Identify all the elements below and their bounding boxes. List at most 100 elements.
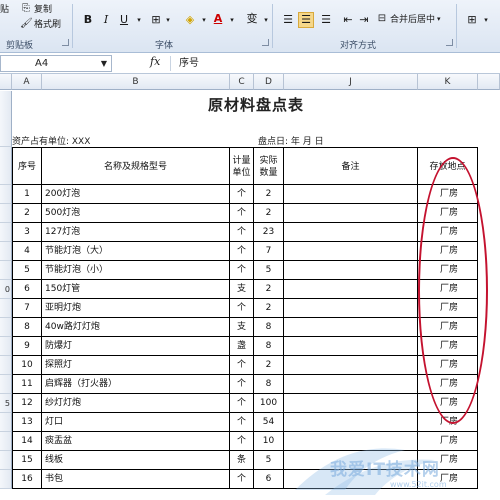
cell-unit[interactable]: 个	[230, 432, 254, 451]
row-header[interactable]	[0, 413, 12, 432]
format-painter-button[interactable]: 🖌 格式刷	[20, 17, 61, 31]
cell-name[interactable]: 节能灯泡（小）	[42, 261, 230, 280]
cell-name[interactable]: 节能灯泡（大）	[42, 242, 230, 261]
cell-name[interactable]: 40w路灯灯炮	[42, 318, 230, 337]
cell-qty[interactable]: 23	[254, 223, 284, 242]
header-note[interactable]: 备注	[284, 147, 418, 185]
cell-seq[interactable]: 15	[12, 451, 42, 470]
cell-seq[interactable]: 11	[12, 375, 42, 394]
row-header[interactable]	[0, 451, 12, 470]
row-header[interactable]	[0, 223, 12, 242]
owner-label[interactable]: 资产占有单位: XXX	[12, 134, 90, 147]
row-header[interactable]	[0, 147, 12, 185]
cell-unit[interactable]: 个	[230, 185, 254, 204]
cell-seq[interactable]: 7	[12, 299, 42, 318]
column-header-c[interactable]: C	[230, 74, 254, 90]
row-header[interactable]: 0	[0, 280, 12, 299]
fx-icon[interactable]: fx	[150, 55, 160, 68]
cell-seq[interactable]: 16	[12, 470, 42, 489]
cell-qty[interactable]: 100	[254, 394, 284, 413]
sheet-title[interactable]: 原材料盘点表	[12, 91, 500, 119]
select-all-corner[interactable]	[0, 74, 12, 90]
cell-qty[interactable]: 54	[254, 413, 284, 432]
cell-qty[interactable]: 10	[254, 432, 284, 451]
cell-name[interactable]: 防爆灯	[42, 337, 230, 356]
name-box[interactable]: A4 ▼	[0, 55, 112, 72]
increase-indent-icon[interactable]: ⇥	[356, 12, 372, 28]
cell-qty[interactable]: 8	[254, 337, 284, 356]
cell-seq[interactable]: 10	[12, 356, 42, 375]
cell-name[interactable]: 线板	[42, 451, 230, 470]
decrease-indent-icon[interactable]: ⇤	[340, 12, 356, 28]
cell-qty[interactable]: 2	[254, 299, 284, 318]
cell-unit[interactable]: 条	[230, 451, 254, 470]
cell-unit[interactable]: 个	[230, 470, 254, 489]
align-center-icon[interactable]: ☰	[298, 12, 314, 28]
date-label[interactable]: 盘点日: 年 月 日	[258, 134, 324, 147]
cell-note[interactable]	[284, 318, 418, 337]
cell-seq[interactable]: 5	[12, 261, 42, 280]
column-header-j[interactable]: J	[284, 74, 418, 90]
cell-qty[interactable]: 7	[254, 242, 284, 261]
row-header[interactable]	[0, 204, 12, 223]
cell-unit[interactable]: 个	[230, 204, 254, 223]
cell-seq[interactable]: 6	[12, 280, 42, 299]
header-unit[interactable]: 计量 单位	[230, 147, 254, 185]
row-header[interactable]	[0, 299, 12, 318]
cell-note[interactable]	[284, 223, 418, 242]
row-header[interactable]	[0, 318, 12, 337]
cell-unit[interactable]: 支	[230, 280, 254, 299]
column-header-next[interactable]	[478, 74, 500, 90]
bold-button[interactable]: B	[80, 12, 96, 28]
italic-button[interactable]: I	[98, 12, 114, 28]
row-header[interactable]	[0, 356, 12, 375]
cell-seq[interactable]: 9	[12, 337, 42, 356]
cell-seq[interactable]: 14	[12, 432, 42, 451]
row-header[interactable]	[0, 91, 12, 147]
header-name[interactable]: 名称及规格型号	[42, 147, 230, 185]
row-header[interactable]	[0, 375, 12, 394]
cell-note[interactable]	[284, 280, 418, 299]
row-header[interactable]	[0, 185, 12, 204]
cell-location[interactable]: 厂房	[418, 432, 478, 451]
cell-seq[interactable]: 12	[12, 394, 42, 413]
merge-center-button[interactable]: ⊟ 合并后居中 ▾	[376, 12, 441, 26]
cell-note[interactable]	[284, 261, 418, 280]
formula-content[interactable]: 序号	[170, 56, 500, 71]
cell-name[interactable]: 探照灯	[42, 356, 230, 375]
cell-seq[interactable]: 4	[12, 242, 42, 261]
copy-button[interactable]: ⎘ 复制	[20, 2, 52, 16]
align-left-icon[interactable]: ☰	[280, 12, 296, 28]
cell-note[interactable]	[284, 337, 418, 356]
cell-qty[interactable]: 5	[254, 451, 284, 470]
cell-unit[interactable]: 个	[230, 223, 254, 242]
cell-name[interactable]: 痰盂盆	[42, 432, 230, 451]
column-header-d[interactable]: D	[254, 74, 284, 90]
border-dropdown-icon[interactable]: ▾	[160, 12, 176, 28]
cell-qty[interactable]: 2	[254, 185, 284, 204]
cell-note[interactable]	[284, 394, 418, 413]
cell-unit[interactable]: 个	[230, 394, 254, 413]
row-header[interactable]	[0, 261, 12, 280]
underline-button[interactable]: U	[116, 12, 132, 28]
column-header-k[interactable]: K	[418, 74, 478, 90]
cell-unit[interactable]: 盏	[230, 337, 254, 356]
cell-seq[interactable]: 13	[12, 413, 42, 432]
cell-unit[interactable]: 个	[230, 375, 254, 394]
cell-note[interactable]	[284, 432, 418, 451]
font-color-dropdown-icon[interactable]: ▾	[224, 12, 240, 28]
cell-seq[interactable]: 1	[12, 185, 42, 204]
clipboard-launcher-icon[interactable]	[62, 39, 69, 46]
cell-unit[interactable]: 支	[230, 318, 254, 337]
cell-unit[interactable]: 个	[230, 413, 254, 432]
cell-unit[interactable]: 个	[230, 299, 254, 318]
row-header[interactable]: 5	[0, 394, 12, 413]
cell-unit[interactable]: 个	[230, 356, 254, 375]
cell-qty[interactable]: 2	[254, 280, 284, 299]
cell-name[interactable]: 启辉器（打火器）	[42, 375, 230, 394]
font-launcher-icon[interactable]	[262, 39, 269, 46]
number-format-dropdown-icon[interactable]: ▾	[478, 12, 494, 28]
cell-qty[interactable]: 8	[254, 318, 284, 337]
cell-name[interactable]: 亚明灯炮	[42, 299, 230, 318]
cell-unit[interactable]: 个	[230, 242, 254, 261]
